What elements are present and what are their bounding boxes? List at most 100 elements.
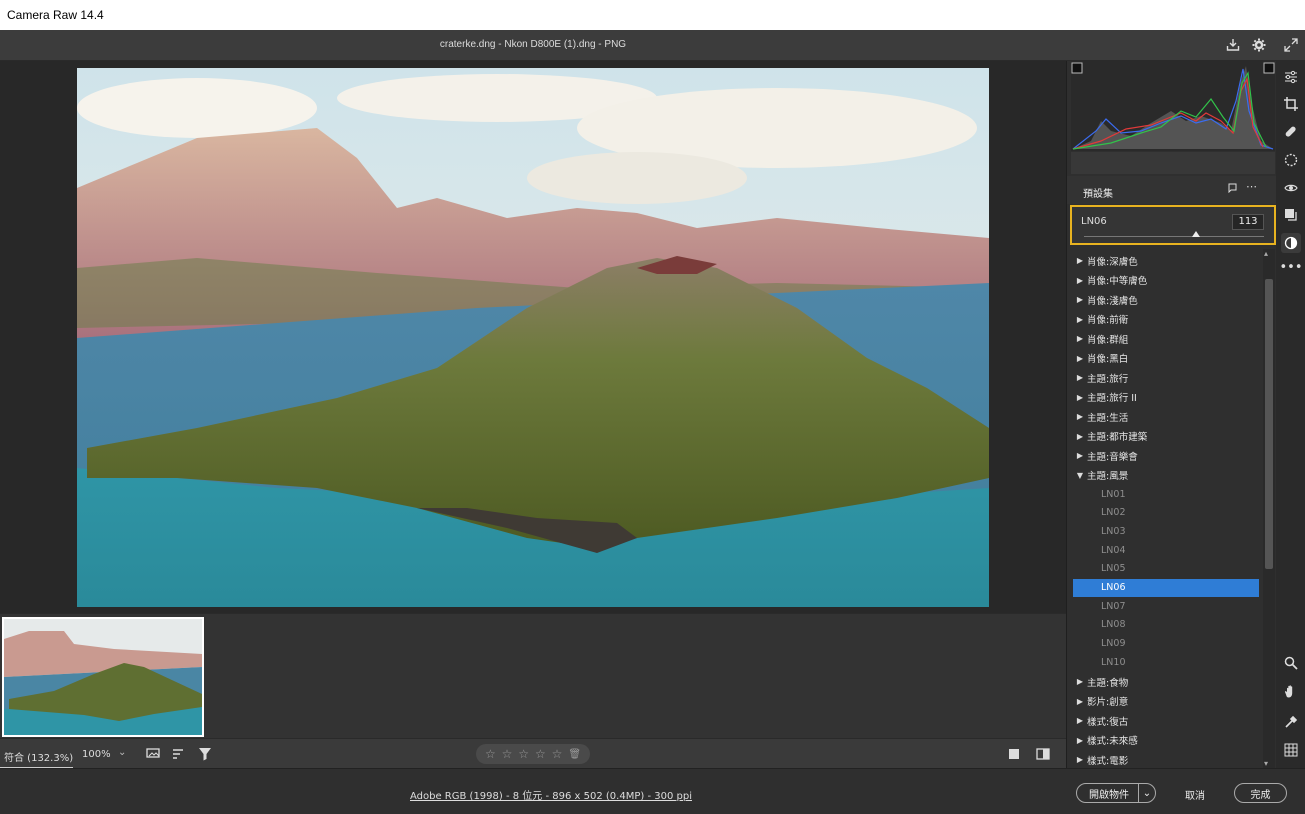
sliders-icon[interactable] <box>1281 67 1301 87</box>
preset-group-label: 主題:旅行 II <box>1087 393 1137 404</box>
collapsed-arrow-icon: ▶ <box>1076 373 1084 382</box>
chevron-down-icon[interactable]: ⌄ <box>118 747 126 758</box>
preset-amount-slider-thumb[interactable] <box>1191 231 1200 237</box>
preset-group[interactable]: ▶ 肖像:群組 <box>1073 329 1263 348</box>
footer-bar: Adobe RGB (1998) - 8 位元 - 896 x 502 (0.4… <box>0 768 1305 814</box>
preset-group[interactable]: ▶ 主題:都市建築 <box>1073 427 1263 446</box>
mask-icon[interactable] <box>1281 150 1301 170</box>
expanded-arrow-icon: ▼ <box>1076 470 1084 480</box>
collapsed-arrow-icon: ▶ <box>1076 334 1084 343</box>
star-icon[interactable]: ☆ <box>552 747 563 761</box>
preset-group-label: 影片:創意 <box>1087 697 1129 708</box>
rating-stars[interactable]: ☆ ☆ ☆ ☆ ☆ 🗑 <box>476 744 590 764</box>
preset-group[interactable]: ▶ 影片:創意 <box>1073 692 1263 711</box>
filmstrip-view-icon[interactable] <box>144 745 162 763</box>
filmstrip-thumbnail[interactable] <box>2 617 204 737</box>
preset-group[interactable]: ▶ 主題:生活 <box>1073 407 1263 426</box>
preset-item[interactable]: LN01 <box>1073 485 1259 503</box>
preset-group[interactable]: ▶ 肖像:黑白 <box>1073 349 1263 368</box>
preset-item[interactable]: LN08 <box>1073 616 1259 634</box>
preset-group-label: 樣式:電影 <box>1087 755 1129 767</box>
filmstrip <box>0 613 1066 738</box>
zoom-percent-button[interactable]: 100% <box>82 749 111 760</box>
preset-group[interactable]: ▶ 肖像:深膚色 <box>1073 251 1263 270</box>
star-icon[interactable]: ☆ <box>502 747 513 761</box>
preset-amount-input[interactable]: 113 <box>1232 214 1264 230</box>
star-icon[interactable]: ☆ <box>485 747 496 761</box>
collapsed-arrow-icon: ▶ <box>1076 431 1084 441</box>
collapsed-arrow-icon: ▶ <box>1076 314 1084 324</box>
preset-item[interactable]: LN03 <box>1073 522 1259 540</box>
filter-icon[interactable] <box>196 745 214 763</box>
preview-image[interactable] <box>77 68 989 607</box>
preset-item[interactable]: LN02 <box>1073 504 1259 522</box>
preset-group[interactable]: ▶ 主題:旅行 II <box>1073 388 1263 407</box>
download-icon[interactable] <box>1224 36 1242 54</box>
preset-group[interactable]: ▶ 樣式:復古 <box>1073 711 1263 730</box>
workflow-options-link[interactable]: Adobe RGB (1998) - 8 位元 - 896 x 502 (0.4… <box>410 787 692 802</box>
preset-item[interactable]: LN09 <box>1073 635 1259 653</box>
scrollbar-thumb[interactable] <box>1265 279 1273 569</box>
chevron-down-icon[interactable]: ⌄ <box>1138 784 1155 802</box>
before-after-icon[interactable] <box>1034 745 1052 763</box>
preset-group-label: 肖像:淺膚色 <box>1087 295 1138 307</box>
window-titlebar: Camera Raw 14.4 <box>0 0 1305 30</box>
preset-item[interactable]: LN04 <box>1073 541 1259 559</box>
preset-group[interactable]: ▶ 主題:旅行 <box>1073 368 1263 387</box>
more-icon[interactable]: ⋯ <box>1246 180 1257 193</box>
preset-group[interactable]: ▶ 主題:食物 <box>1073 672 1263 691</box>
shadow-clipping-icon <box>1071 62 1083 74</box>
collapsed-arrow-icon: ▶ <box>1076 735 1084 745</box>
scroll-down-icon[interactable]: ▾ <box>1264 759 1268 768</box>
tool-strip: ••• <box>1276 61 1305 768</box>
collapsed-arrow-icon: ▶ <box>1076 696 1084 706</box>
preset-group-label: 主題:音樂會 <box>1087 451 1138 463</box>
preset-group[interactable]: ▼ 主題:風景 <box>1073 466 1263 485</box>
preset-group[interactable]: ▶ 樣式:電影 <box>1073 750 1263 768</box>
preset-list-scrollbar[interactable]: ▴ ▾ <box>1263 249 1275 768</box>
cancel-button[interactable]: 取消 <box>1185 787 1205 802</box>
preset-group[interactable]: ▶ 肖像:前衛 <box>1073 310 1263 329</box>
preset-group-label: 肖像:中等膚色 <box>1087 276 1148 287</box>
crop-icon[interactable] <box>1281 94 1301 114</box>
preset-item[interactable]: LN05 <box>1073 560 1259 578</box>
open-object-button[interactable]: 開啟物件 ⌄ <box>1076 783 1156 803</box>
bandage-icon[interactable] <box>1281 122 1301 142</box>
preset-group-label: 主題:食物 <box>1087 677 1129 689</box>
gear-icon[interactable] <box>1250 36 1268 54</box>
zoom-fit-button[interactable]: 符合 (132.3%) <box>4 749 73 764</box>
preset-group-label: 主題:生活 <box>1087 412 1129 424</box>
preset-item[interactable]: LN06 <box>1073 578 1259 597</box>
scroll-up-icon[interactable]: ▴ <box>1264 249 1268 258</box>
preset-item[interactable]: LN07 <box>1073 597 1259 615</box>
hand-icon[interactable] <box>1281 681 1301 701</box>
trash-icon[interactable]: 🗑 <box>568 749 581 760</box>
more-icon[interactable]: ••• <box>1280 257 1303 277</box>
sort-icon[interactable] <box>170 745 188 763</box>
highlight-clipping-icon <box>1263 62 1275 74</box>
star-icon[interactable]: ☆ <box>535 747 546 761</box>
red-eye-icon[interactable] <box>1281 178 1301 198</box>
done-button[interactable]: 完成 <box>1234 783 1287 803</box>
collapsed-arrow-icon: ▶ <box>1076 451 1084 460</box>
presets-header: 預設集 ⋯ <box>1067 176 1277 204</box>
single-view-icon[interactable] <box>1005 745 1023 763</box>
image-canvas[interactable] <box>0 61 1066 613</box>
new-preset-icon[interactable] <box>1227 183 1237 196</box>
expand-icon[interactable] <box>1282 36 1300 54</box>
preset-group[interactable]: ▶ 主題:音樂會 <box>1073 446 1263 465</box>
grid-icon[interactable] <box>1281 740 1301 760</box>
presets-icon[interactable] <box>1281 233 1301 253</box>
preset-group[interactable]: ▶ 樣式:未來感 <box>1073 731 1263 750</box>
preset-group[interactable]: ▶ 肖像:淺膚色 <box>1073 290 1263 309</box>
star-icon[interactable]: ☆ <box>518 747 529 761</box>
preset-amount-slider-track[interactable] <box>1084 236 1264 237</box>
preset-group[interactable]: ▶ 肖像:中等膚色 <box>1073 271 1263 290</box>
preset-group-label: 樣式:復古 <box>1087 716 1129 728</box>
histogram-info-bar <box>1071 152 1275 174</box>
snapshots-icon[interactable] <box>1281 205 1301 225</box>
preset-item[interactable]: LN10 <box>1073 653 1259 671</box>
eyedropper-icon[interactable] <box>1281 712 1301 732</box>
preset-group-label: 主題:都市建築 <box>1087 432 1148 443</box>
magnifier-icon[interactable] <box>1281 653 1301 673</box>
